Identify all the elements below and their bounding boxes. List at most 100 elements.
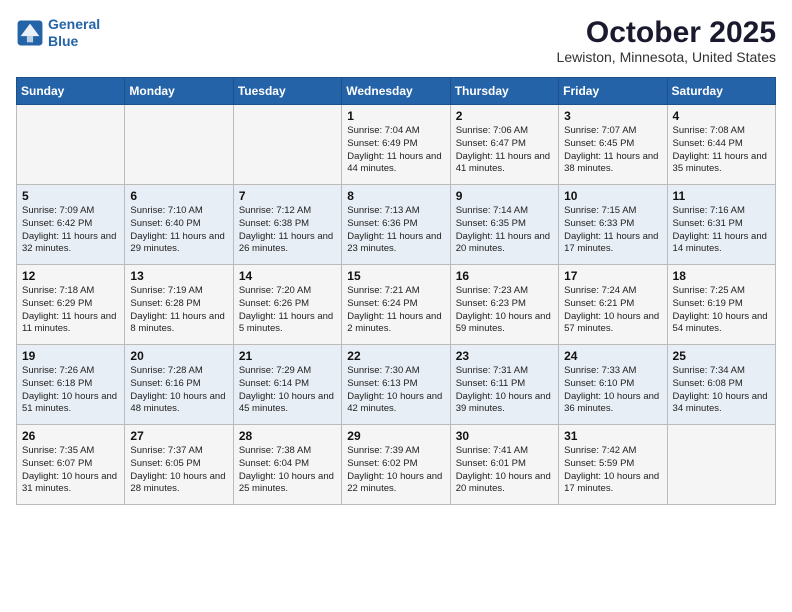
- day-number: 21: [239, 349, 336, 363]
- table-row: 2 Sunrise: 7:06 AM Sunset: 6:47 PM Daylig…: [450, 105, 558, 185]
- cell-info: Sunrise: 7:16 AM Sunset: 6:31 PM Dayligh…: [673, 205, 770, 256]
- table-row: 28 Sunrise: 7:38 AM Sunset: 6:04 PM Dayli…: [233, 425, 341, 505]
- day-number: 1: [347, 109, 444, 123]
- table-row: [233, 105, 341, 185]
- day-number: 11: [673, 189, 770, 203]
- header-thursday: Thursday: [450, 78, 558, 105]
- cell-info: Sunrise: 7:18 AM Sunset: 6:29 PM Dayligh…: [22, 285, 119, 336]
- logo-line2: Blue: [48, 33, 78, 49]
- cell-info: Sunrise: 7:15 AM Sunset: 6:33 PM Dayligh…: [564, 205, 661, 256]
- day-number: 24: [564, 349, 661, 363]
- cell-info: Sunrise: 7:28 AM Sunset: 6:16 PM Dayligh…: [130, 365, 227, 416]
- day-number: 22: [347, 349, 444, 363]
- table-row: 24 Sunrise: 7:33 AM Sunset: 6:10 PM Dayli…: [559, 345, 667, 425]
- table-row: [17, 105, 125, 185]
- table-row: 5Sunrise: 7:09 AM Sunset: 6:42 PM Daylig…: [17, 185, 125, 265]
- cell-info: Sunrise: 7:33 AM Sunset: 6:10 PM Dayligh…: [564, 365, 661, 416]
- table-row: 7Sunrise: 7:12 AM Sunset: 6:38 PM Daylig…: [233, 185, 341, 265]
- day-number: 28: [239, 429, 336, 443]
- header-saturday: Saturday: [667, 78, 775, 105]
- cell-info: Sunrise: 7:29 AM Sunset: 6:14 PM Dayligh…: [239, 365, 336, 416]
- cell-info: Sunrise: 7:38 AM Sunset: 6:04 PM Dayligh…: [239, 445, 336, 496]
- table-row: 9 Sunrise: 7:14 AM Sunset: 6:35 PM Daylig…: [450, 185, 558, 265]
- title-block: October 2025 Lewiston, Minnesota, United…: [557, 16, 776, 65]
- day-number: 10: [564, 189, 661, 203]
- day-number: 12: [22, 269, 119, 283]
- table-row: 31 Sunrise: 7:42 AM Sunset: 5:59 PM Dayli…: [559, 425, 667, 505]
- day-number: 7: [239, 189, 336, 203]
- table-row: 29Sunrise: 7:39 AM Sunset: 6:02 PM Dayli…: [342, 425, 450, 505]
- day-number: 26: [22, 429, 119, 443]
- table-row: 14 Sunrise: 7:20 AM Sunset: 6:26 PM Dayli…: [233, 265, 341, 345]
- day-number: 16: [456, 269, 553, 283]
- day-number: 15: [347, 269, 444, 283]
- table-row: 4Sunrise: 7:08 AM Sunset: 6:44 PM Daylig…: [667, 105, 775, 185]
- day-number: 19: [22, 349, 119, 363]
- table-row: 21 Sunrise: 7:29 AM Sunset: 6:14 PM Dayli…: [233, 345, 341, 425]
- cell-info: Sunrise: 7:07 AM Sunset: 6:45 PM Dayligh…: [564, 125, 661, 176]
- table-row: 19 Sunrise: 7:26 AM Sunset: 6:18 PM Dayli…: [17, 345, 125, 425]
- calendar-table: Sunday Monday Tuesday Wednesday Thursday…: [16, 77, 776, 505]
- cell-info: Sunrise: 7:13 AM Sunset: 6:36 PM Dayligh…: [347, 205, 444, 256]
- day-number: 17: [564, 269, 661, 283]
- logo-line1: General: [48, 16, 100, 32]
- header-tuesday: Tuesday: [233, 78, 341, 105]
- day-number: 3: [564, 109, 661, 123]
- calendar-body: 1 Sunrise: 7:04 AM Sunset: 6:49 PM Daylig…: [17, 105, 776, 505]
- table-row: 18 Sunrise: 7:25 AM Sunset: 6:19 PM Dayli…: [667, 265, 775, 345]
- day-number: 2: [456, 109, 553, 123]
- day-number: 31: [564, 429, 661, 443]
- cell-info: Sunrise: 7:31 AM Sunset: 6:11 PM Dayligh…: [456, 365, 553, 416]
- cell-info: Sunrise: 7:42 AM Sunset: 5:59 PM Dayligh…: [564, 445, 661, 496]
- table-row: 22 Sunrise: 7:30 AM Sunset: 6:13 PM Dayli…: [342, 345, 450, 425]
- table-row: 10 Sunrise: 7:15 AM Sunset: 6:33 PM Dayli…: [559, 185, 667, 265]
- header-monday: Monday: [125, 78, 233, 105]
- table-row: 30 Sunrise: 7:41 AM Sunset: 6:01 PM Dayli…: [450, 425, 558, 505]
- table-row: 11 Sunrise: 7:16 AM Sunset: 6:31 PM Dayli…: [667, 185, 775, 265]
- cell-info: Sunrise: 7:19 AM Sunset: 6:28 PM Dayligh…: [130, 285, 227, 336]
- cell-info: Sunrise: 7:04 AM Sunset: 6:49 PM Dayligh…: [347, 125, 444, 176]
- table-row: 1 Sunrise: 7:04 AM Sunset: 6:49 PM Daylig…: [342, 105, 450, 185]
- cell-info: Sunrise: 7:20 AM Sunset: 6:26 PM Dayligh…: [239, 285, 336, 336]
- table-row: 8Sunrise: 7:13 AM Sunset: 6:36 PM Daylig…: [342, 185, 450, 265]
- cell-info: Sunrise: 7:26 AM Sunset: 6:18 PM Dayligh…: [22, 365, 119, 416]
- cell-info: Sunrise: 7:34 AM Sunset: 6:08 PM Dayligh…: [673, 365, 770, 416]
- day-number: 9: [456, 189, 553, 203]
- cell-info: Sunrise: 7:35 AM Sunset: 6:07 PM Dayligh…: [22, 445, 119, 496]
- day-number: 18: [673, 269, 770, 283]
- cell-info: Sunrise: 7:30 AM Sunset: 6:13 PM Dayligh…: [347, 365, 444, 416]
- cell-info: Sunrise: 7:10 AM Sunset: 6:40 PM Dayligh…: [130, 205, 227, 256]
- day-number: 27: [130, 429, 227, 443]
- day-number: 14: [239, 269, 336, 283]
- calendar-header: Sunday Monday Tuesday Wednesday Thursday…: [17, 78, 776, 105]
- logo: General Blue: [16, 16, 100, 50]
- cell-info: Sunrise: 7:41 AM Sunset: 6:01 PM Dayligh…: [456, 445, 553, 496]
- cell-info: Sunrise: 7:24 AM Sunset: 6:21 PM Dayligh…: [564, 285, 661, 336]
- day-number: 6: [130, 189, 227, 203]
- header-wednesday: Wednesday: [342, 78, 450, 105]
- table-row: [125, 105, 233, 185]
- cell-info: Sunrise: 7:25 AM Sunset: 6:19 PM Dayligh…: [673, 285, 770, 336]
- day-number: 25: [673, 349, 770, 363]
- cell-info: Sunrise: 7:06 AM Sunset: 6:47 PM Dayligh…: [456, 125, 553, 176]
- page-header: General Blue October 2025 Lewiston, Minn…: [16, 16, 776, 65]
- cell-info: Sunrise: 7:37 AM Sunset: 6:05 PM Dayligh…: [130, 445, 227, 496]
- location: Lewiston, Minnesota, United States: [557, 49, 776, 65]
- logo-text: General Blue: [48, 16, 100, 50]
- cell-info: Sunrise: 7:14 AM Sunset: 6:35 PM Dayligh…: [456, 205, 553, 256]
- table-row: [667, 425, 775, 505]
- day-number: 23: [456, 349, 553, 363]
- header-friday: Friday: [559, 78, 667, 105]
- table-row: 16 Sunrise: 7:23 AM Sunset: 6:23 PM Dayli…: [450, 265, 558, 345]
- table-row: 13Sunrise: 7:19 AM Sunset: 6:28 PM Dayli…: [125, 265, 233, 345]
- month-title: October 2025: [557, 16, 776, 49]
- table-row: 20 Sunrise: 7:28 AM Sunset: 6:16 PM Dayli…: [125, 345, 233, 425]
- day-number: 20: [130, 349, 227, 363]
- cell-info: Sunrise: 7:23 AM Sunset: 6:23 PM Dayligh…: [456, 285, 553, 336]
- cell-info: Sunrise: 7:08 AM Sunset: 6:44 PM Dayligh…: [673, 125, 770, 176]
- day-number: 30: [456, 429, 553, 443]
- cell-info: Sunrise: 7:39 AM Sunset: 6:02 PM Dayligh…: [347, 445, 444, 496]
- table-row: 26 Sunrise: 7:35 AM Sunset: 6:07 PM Dayli…: [17, 425, 125, 505]
- logo-icon: [16, 19, 44, 47]
- cell-info: Sunrise: 7:21 AM Sunset: 6:24 PM Dayligh…: [347, 285, 444, 336]
